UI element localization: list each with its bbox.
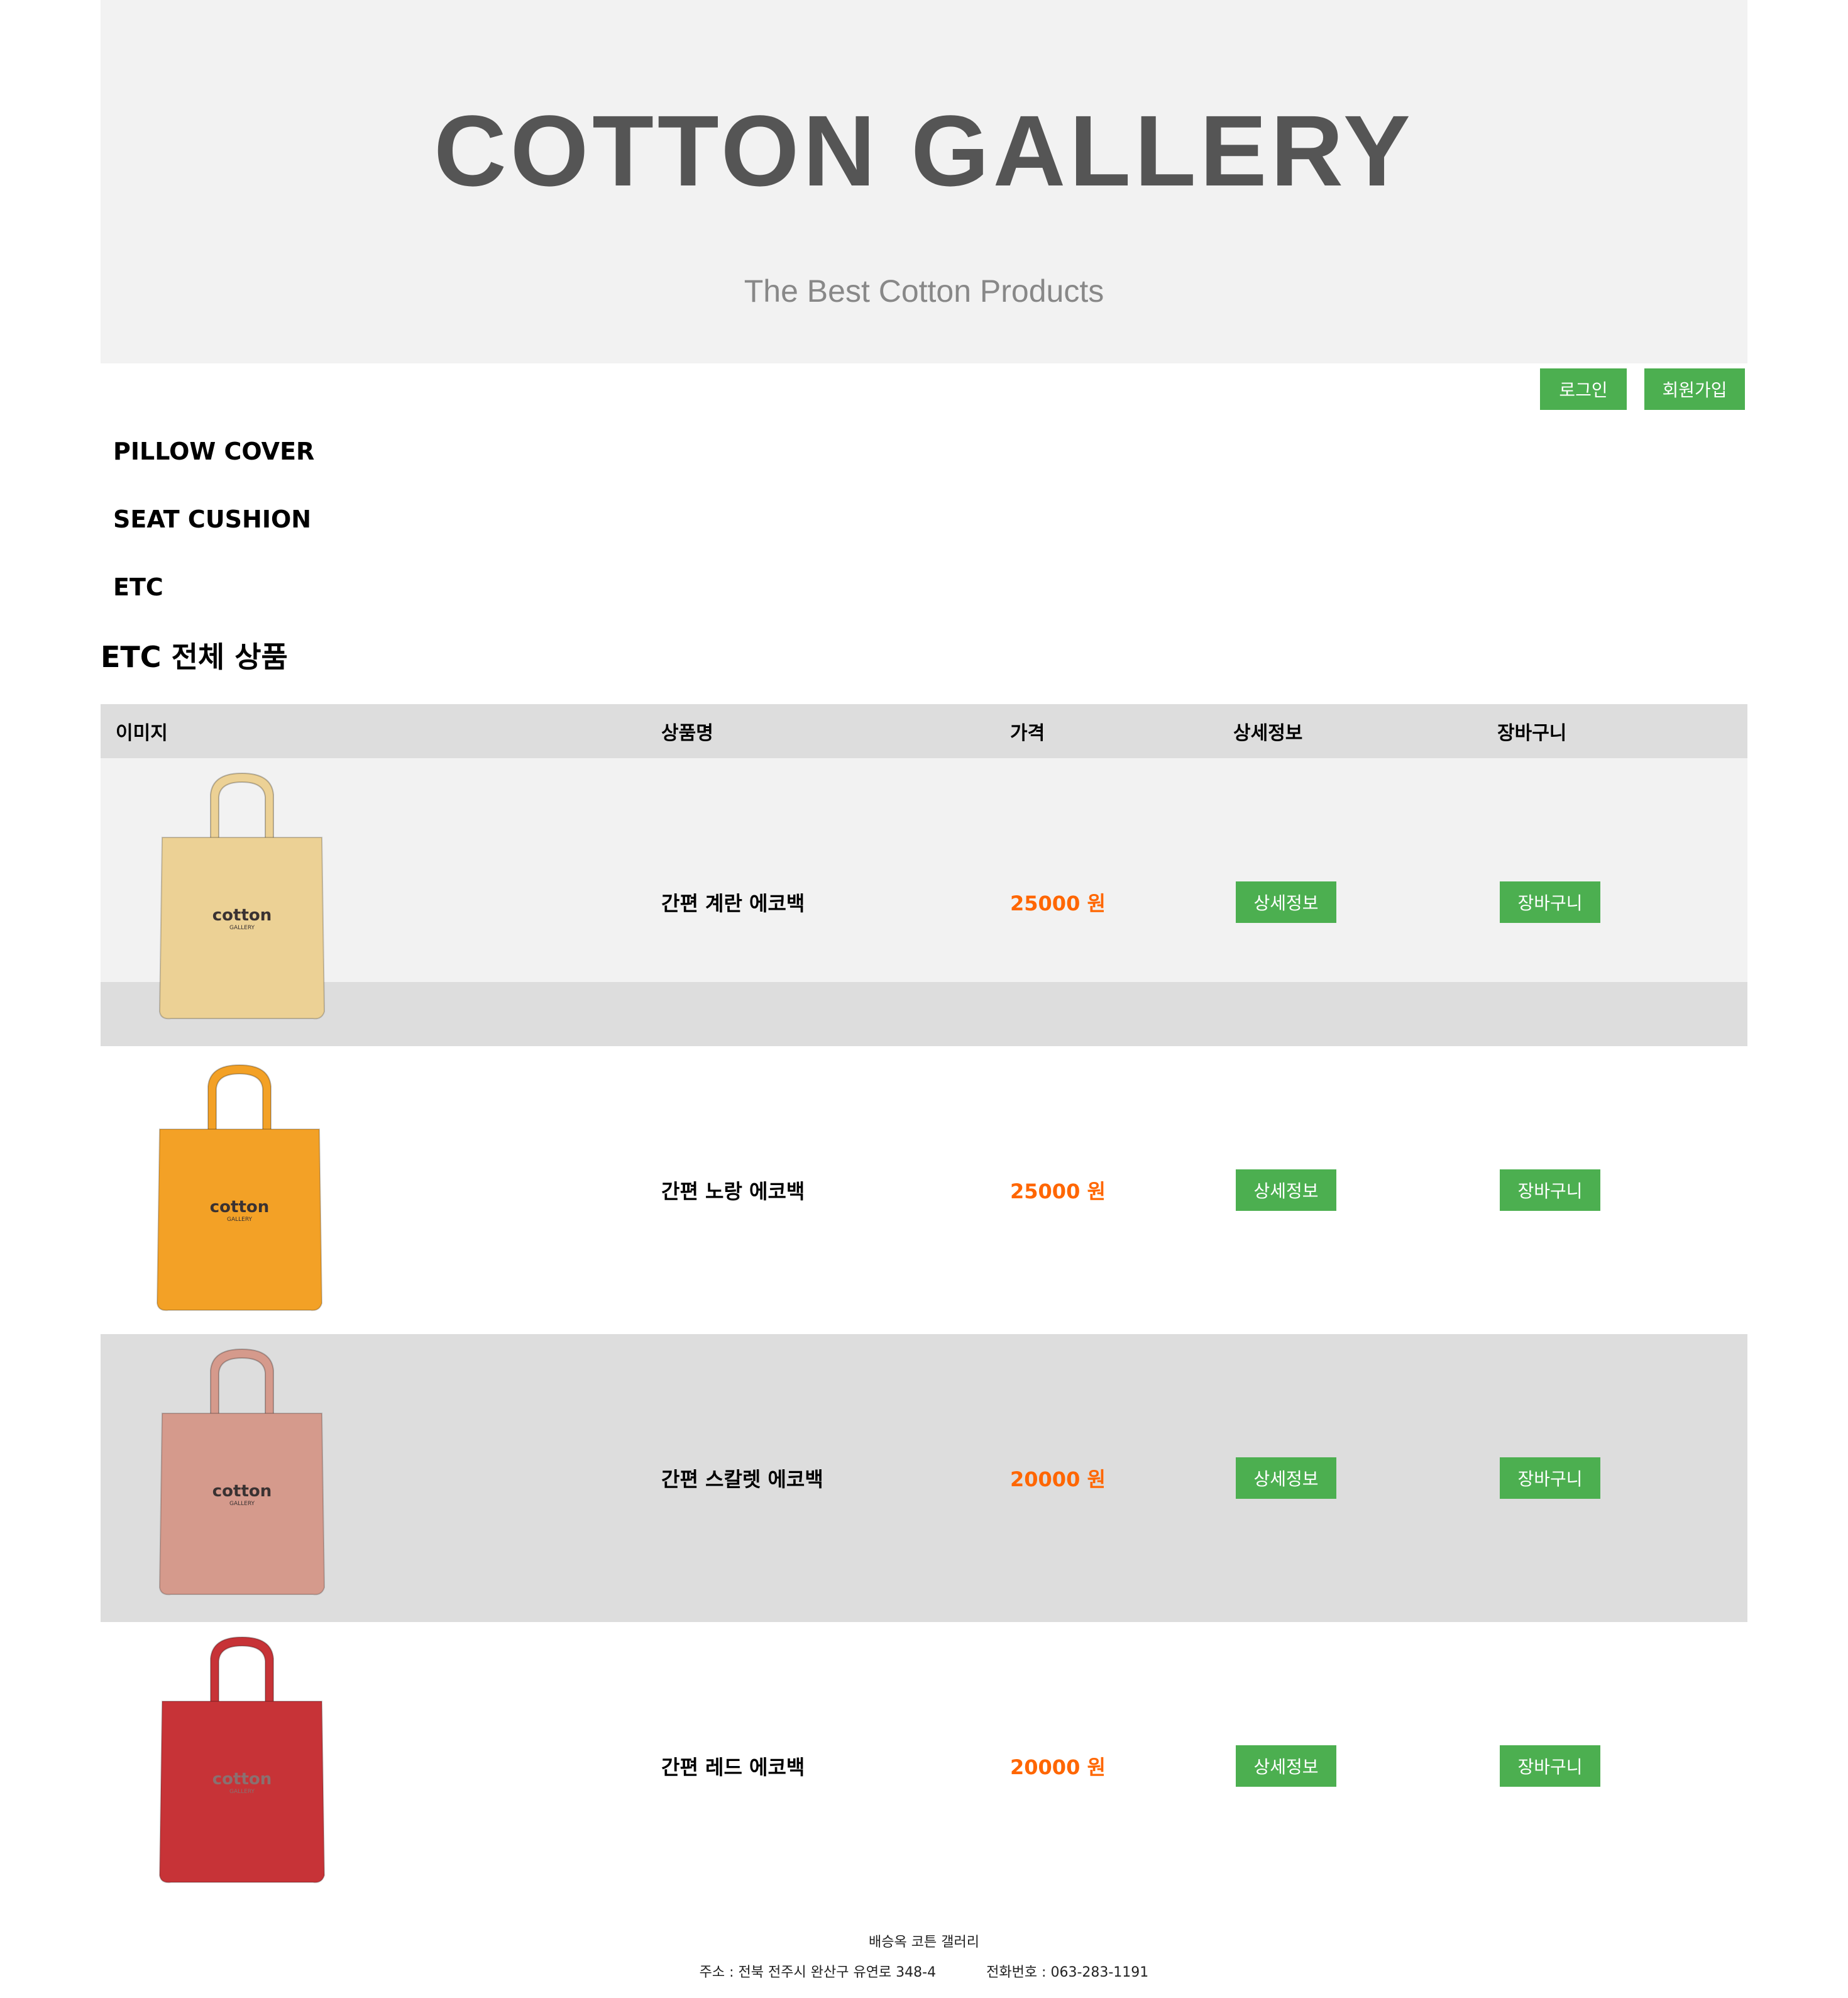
detail-cell: 상세정보	[1218, 758, 1482, 1046]
category-item-etc[interactable]: ETC	[113, 563, 314, 631]
category-item-pillow-cover[interactable]: PILLOW COVER	[113, 428, 314, 495]
bag-handle	[207, 1064, 272, 1132]
bag-logo-text: cotton	[212, 1482, 272, 1501]
category-item-seat-cushion[interactable]: SEAT CUSHION	[113, 495, 314, 563]
bag-logo-subtext: GALLERY	[229, 1789, 255, 1795]
product-name: 간편 레드 에코백	[646, 1622, 995, 1910]
bag-logo-subtext: GALLERY	[229, 1501, 255, 1507]
header-detail: 상세정보	[1218, 704, 1482, 758]
header-product-name: 상품명	[646, 704, 995, 758]
site-subtitle: The Best Cotton Products	[744, 273, 1104, 309]
detail-button[interactable]: 상세정보	[1236, 1169, 1336, 1211]
table-header-row: 이미지 상품명 가격 상세정보 장바구니	[101, 704, 1747, 758]
bag-handle	[210, 772, 274, 841]
footer: 배승옥 코튼 갤러리 주소 : 전북 전주시 완산구 유연로 348-4 전화번호…	[0, 1928, 1848, 1988]
detail-button[interactable]: 상세정보	[1236, 1745, 1336, 1787]
product-price: 25000 원	[995, 1046, 1218, 1334]
footer-phone: 전화번호 : 063-283-1191	[986, 1965, 1149, 1980]
cart-cell: 장바구니	[1482, 758, 1747, 1046]
cart-cell: 장바구니	[1482, 1046, 1747, 1334]
product-table: 이미지 상품명 가격 상세정보 장바구니 cotton GALLERY 간편 계란 …	[101, 704, 1747, 1910]
auth-bar: 로그인 회원가입	[1540, 368, 1745, 410]
product-price: 20000 원	[995, 1334, 1218, 1622]
bag-logo-subtext: GALLERY	[227, 1217, 253, 1223]
product-image-cell: cotton GALLERY	[101, 1046, 646, 1334]
cart-cell: 장바구니	[1482, 1334, 1747, 1622]
product-image-cell: cotton GALLERY	[101, 1334, 646, 1622]
signup-button[interactable]: 회원가입	[1644, 368, 1745, 410]
add-to-cart-button[interactable]: 장바구니	[1500, 1457, 1600, 1499]
add-to-cart-button[interactable]: 장바구니	[1500, 1745, 1600, 1787]
bag-logo-text: cotton	[212, 906, 272, 925]
site-title[interactable]: COTTON GALLERY	[101, 94, 1747, 207]
category-nav: PILLOW COVER SEAT CUSHION ETC	[113, 428, 314, 631]
product-name: 간편 계란 에코백	[646, 758, 995, 1046]
table-row: cotton GALLERY 간편 스칼렛 에코백 20000 원 상세정보 장바구니	[101, 1334, 1747, 1622]
bag-logo-text: cotton	[210, 1198, 270, 1217]
footer-company: 배승옥 코튼 갤러리	[869, 1935, 979, 1950]
product-price: 20000 원	[995, 1622, 1218, 1910]
product-name: 간편 노랑 에코백	[646, 1046, 995, 1334]
detail-cell: 상세정보	[1218, 1334, 1482, 1622]
product-image-wrap: cotton GALLERY	[101, 1046, 646, 1334]
header-price: 가격	[995, 704, 1218, 758]
footer-address: 주소 : 전북 전주시 완산구 유연로 348-4	[699, 1965, 937, 1980]
table-row: cotton GALLERY 간편 레드 에코백 20000 원 상세정보 장바구니	[101, 1622, 1747, 1910]
detail-cell: 상세정보	[1218, 1046, 1482, 1334]
product-image-wrap: cotton GALLERY	[101, 758, 646, 1046]
bag-logo-text: cotton	[212, 1770, 272, 1789]
product-image-wrap: cotton GALLERY	[101, 1622, 646, 1910]
detail-button[interactable]: 상세정보	[1236, 881, 1336, 923]
product-price: 25000 원	[995, 758, 1218, 1046]
detail-cell: 상세정보	[1218, 1622, 1482, 1910]
hero-banner: COTTON GALLERY The Best Cotton Products	[101, 0, 1747, 363]
header-image: 이미지	[101, 704, 646, 758]
product-name: 간편 스칼렛 에코백	[646, 1334, 995, 1622]
add-to-cart-button[interactable]: 장바구니	[1500, 1169, 1600, 1211]
tote-bag-image[interactable]: cottonGALLERY	[157, 770, 327, 1021]
login-button[interactable]: 로그인	[1540, 368, 1627, 410]
header-cart: 장바구니	[1482, 704, 1747, 758]
bag-logo-subtext: GALLERY	[229, 925, 255, 931]
tote-bag-image[interactable]: cottonGALLERY	[157, 1345, 327, 1597]
product-image-cell: cotton GALLERY	[101, 1622, 646, 1910]
tote-bag-image[interactable]: cottonGALLERY	[155, 1061, 324, 1313]
section-title: ETC 전체 상품	[101, 640, 288, 674]
cart-cell: 장바구니	[1482, 1622, 1747, 1910]
detail-button[interactable]: 상세정보	[1236, 1457, 1336, 1499]
footer-contact: 주소 : 전북 전주시 완산구 유연로 348-4 전화번호 : 063-283-…	[0, 1958, 1848, 1988]
product-image-cell: cotton GALLERY	[101, 758, 646, 1046]
bag-handle	[210, 1636, 274, 1704]
add-to-cart-button[interactable]: 장바구니	[1500, 881, 1600, 923]
table-row: cotton GALLERY 간편 노랑 에코백 25000 원 상세정보 장바구니	[101, 1046, 1747, 1334]
page-container: COTTON GALLERY The Best Cotton Products …	[101, 0, 1747, 1910]
table-row: cotton GALLERY 간편 계란 에코백 25000 원 상세정보 장바구니	[101, 758, 1747, 1046]
product-image-wrap: cotton GALLERY	[101, 1334, 646, 1622]
bag-handle	[210, 1348, 274, 1416]
tote-bag-image[interactable]: cottonGALLERY	[157, 1633, 327, 1885]
